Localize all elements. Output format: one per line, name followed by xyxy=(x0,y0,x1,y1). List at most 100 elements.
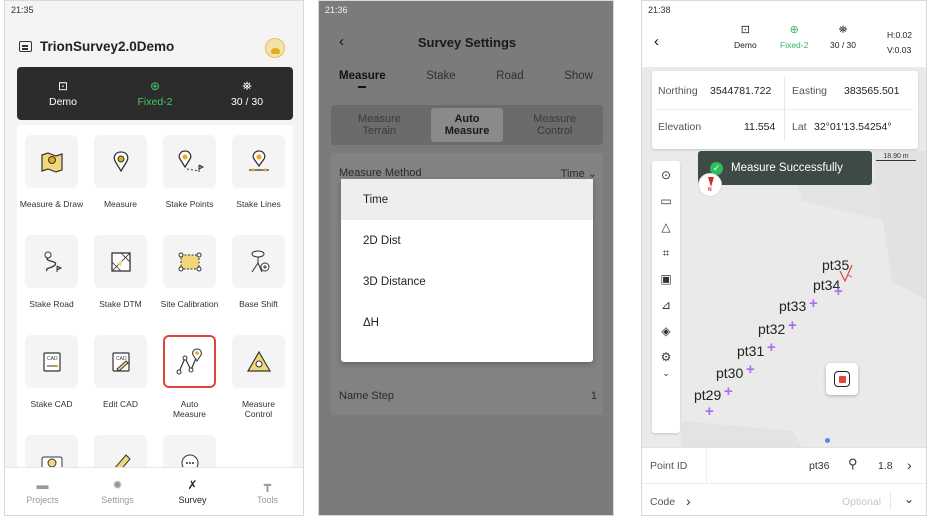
point-label[interactable]: pt31 xyxy=(737,343,764,359)
camera-icon xyxy=(41,456,62,468)
expand-icon[interactable]: ⌄ xyxy=(662,367,670,379)
avatar[interactable] xyxy=(265,38,285,58)
tile-label: Base Shift xyxy=(239,299,278,309)
tile-base-shift[interactable]: Base Shift xyxy=(224,225,293,325)
record-dot xyxy=(838,375,846,383)
crosshair-icon: ⊕ xyxy=(149,78,161,93)
tab-tools[interactable]: ┳ Tools xyxy=(230,468,303,515)
tile-site-calibration[interactable]: Site Calibration xyxy=(155,225,224,325)
tile-edit-cad[interactable]: CAD Edit CAD xyxy=(86,325,155,425)
survey-settings-screen: 21:36 ‹ Survey Settings Measure Stake Ro… xyxy=(318,0,614,516)
control-point-icon[interactable]: △ xyxy=(661,221,670,233)
point-marker: + xyxy=(705,403,714,420)
segment-measure-control[interactable]: Measure Control xyxy=(506,105,603,145)
receiver-status-bar[interactable]: ⊡ Demo ⊕ Fixed-2 ⛯ 30 / 30 xyxy=(17,67,293,120)
tab-measure[interactable]: Measure xyxy=(331,70,394,88)
option-2d-dist[interactable]: 2D Dist xyxy=(341,220,593,261)
tab-survey[interactable]: ✗ Survey xyxy=(155,468,230,515)
point-label[interactable]: pt29 xyxy=(694,387,721,403)
header-fix[interactable]: ⊕ Fixed-2 xyxy=(780,25,809,51)
tab-stake[interactable]: Stake xyxy=(418,70,463,82)
tile-box xyxy=(94,135,147,188)
tile-measure-control[interactable]: Measure Control xyxy=(224,325,293,425)
locate-icon[interactable]: ⊙ xyxy=(661,169,671,181)
stake-lines-icon xyxy=(248,149,269,171)
point-label[interactable]: pt32 xyxy=(758,321,785,337)
option-delta-h[interactable]: ΔH xyxy=(341,302,593,343)
precision-readout: H:0.02 V:0.03 xyxy=(887,28,912,58)
photo-icon[interactable]: ▣ xyxy=(660,273,671,285)
point-marker: + xyxy=(724,383,733,400)
chevron-right-icon[interactable]: › xyxy=(686,493,691,509)
option-time[interactable]: Time xyxy=(341,179,593,220)
settings-icon[interactable]: ⚙ xyxy=(661,351,672,363)
northing-label: Northing xyxy=(658,85,698,97)
point-id-label: Point ID xyxy=(650,460,688,472)
map-layer-icon[interactable]: ▭ xyxy=(660,195,671,207)
option-3d-distance[interactable]: 3D Distance xyxy=(341,261,593,302)
tile-box: CAD xyxy=(94,335,147,388)
tile-label: Stake CAD xyxy=(30,399,73,409)
code-input[interactable]: Optional xyxy=(842,496,881,508)
tile-label: Measure xyxy=(103,199,138,209)
tab-label: Survey xyxy=(178,494,207,505)
header-satellites[interactable]: ⛯ 30 / 30 xyxy=(830,25,856,51)
tile-box xyxy=(94,435,147,468)
point-label[interactable]: pt30 xyxy=(716,365,743,381)
tab-projects[interactable]: ▬ Projects xyxy=(5,468,80,515)
survey-home-screen: 21:35 TrionSurvey2.0Demo ⊡ Demo ⊕ Fixed-… xyxy=(4,0,304,516)
header-fix-label: Fixed-2 xyxy=(780,40,809,50)
elevation-label: Elevation xyxy=(658,121,702,133)
tile-measure-draw[interactable]: Measure & Draw xyxy=(17,125,86,225)
status-mode-label: Demo xyxy=(48,95,77,108)
northing-value: 3544781.722 xyxy=(710,85,772,97)
divider xyxy=(706,448,707,483)
v-precision: V:0.03 xyxy=(886,45,912,55)
tile-label: Measure & Draw xyxy=(19,199,84,209)
point-id-input[interactable]: pt36 xyxy=(809,460,829,472)
segment-auto-measure[interactable]: Auto Measure xyxy=(430,108,504,142)
satellite-icon: ⛯ xyxy=(242,78,252,93)
tile-partial-1[interactable] xyxy=(17,425,86,468)
tile-stake-points[interactable]: Stake Points xyxy=(155,125,224,225)
tile-partial-3[interactable] xyxy=(155,425,224,468)
instrument-icon[interactable]: ⊿ xyxy=(661,299,671,311)
name-step-row[interactable]: Name Step 1 xyxy=(339,390,597,402)
chevron-right-icon[interactable]: › xyxy=(907,457,912,473)
status-time: 21:38 xyxy=(648,5,671,15)
tile-stake-dtm[interactable]: Stake DTM xyxy=(86,225,155,325)
measure-method-dropdown: Time 2D Dist 3D Distance ΔH xyxy=(341,179,593,362)
code-row: Code › Optional ⌄ xyxy=(642,483,926,515)
lat-label: Lat xyxy=(792,121,807,133)
chevron-down-icon[interactable]: ⌄ xyxy=(904,492,914,506)
antenna-height[interactable]: 1.8 xyxy=(878,460,893,472)
tile-measure[interactable]: Measure xyxy=(86,125,155,225)
edit-cad-icon: CAD xyxy=(111,351,130,372)
layers-icon[interactable]: ◈ xyxy=(661,325,670,337)
tile-stake-road[interactable]: Stake Road xyxy=(17,225,86,325)
project-title[interactable]: TrionSurvey2.0Demo xyxy=(19,39,174,54)
easting-value: 383565.501 xyxy=(844,85,900,97)
antenna-pole-icon[interactable]: ⚲ xyxy=(848,456,858,472)
tile-partial-2[interactable] xyxy=(86,425,155,468)
tile-box xyxy=(232,235,285,288)
point-marker: + xyxy=(834,283,843,300)
tab-show[interactable]: Show xyxy=(556,70,601,82)
zoom-extent-icon[interactable]: ⌗ xyxy=(663,247,670,259)
tile-auto-measure[interactable]: Auto Measure xyxy=(155,325,224,425)
bottom-tab-bar: ▬ Projects ✹ Settings ✗ Survey ┳ Tools xyxy=(5,467,303,515)
tile-stake-cad[interactable]: CAD Stake CAD xyxy=(17,325,86,425)
tab-road[interactable]: Road xyxy=(488,70,532,82)
header-mode[interactable]: ⊡ Demo xyxy=(734,25,757,51)
tile-stake-lines[interactable]: Stake Lines xyxy=(224,125,293,225)
point-label[interactable]: pt33 xyxy=(779,298,806,314)
folder-icon: ▬ xyxy=(36,477,49,492)
back-chevron-icon[interactable]: ‹ xyxy=(654,33,659,50)
status-time: 21:35 xyxy=(11,5,34,15)
segment-measure-terrain[interactable]: Measure Terrain xyxy=(331,105,428,145)
header-mode-label: Demo xyxy=(734,40,757,50)
compass-icon[interactable]: N xyxy=(698,173,722,197)
tab-settings[interactable]: ✹ Settings xyxy=(80,468,155,515)
record-button[interactable] xyxy=(826,363,858,395)
tile-box: CAD xyxy=(25,335,78,388)
